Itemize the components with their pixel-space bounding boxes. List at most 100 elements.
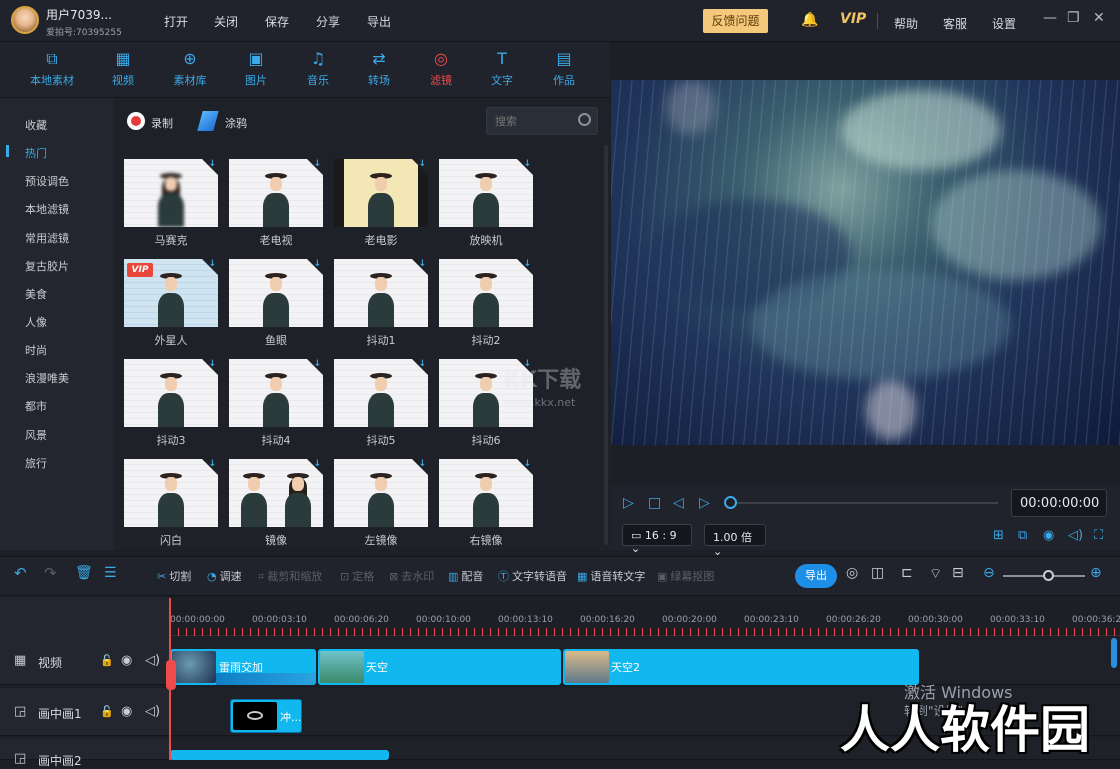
filter-tile[interactable]: ↓: [229, 259, 323, 327]
lock-icon[interactable]: 🔓: [100, 654, 114, 667]
tab-music[interactable]: ♫ 音乐: [288, 42, 348, 98]
split-icon[interactable]: ◫: [871, 565, 887, 581]
timeline-scrollbar[interactable]: [1111, 638, 1117, 668]
menu-open[interactable]: 打开: [164, 13, 188, 30]
download-icon[interactable]: ↓: [313, 359, 321, 369]
feedback-button[interactable]: 反馈问题: [703, 9, 768, 33]
adjust-icon[interactable]: ☰: [104, 565, 120, 581]
aspect-select[interactable]: ▭ 16 : 9 ⌄: [622, 524, 692, 555]
download-icon[interactable]: ↓: [418, 159, 426, 169]
tab-video[interactable]: ▦ 视频: [93, 42, 153, 98]
download-icon[interactable]: ↓: [418, 259, 426, 269]
menu-close[interactable]: 关闭: [214, 13, 238, 30]
filter-tile[interactable]: ↓: [334, 159, 428, 227]
video-clip[interactable]: 天空2: [563, 649, 919, 685]
menu-share[interactable]: 分享: [316, 13, 340, 30]
crop-frame-icon[interactable]: ⊏: [901, 565, 916, 581]
category-item[interactable]: 复古胶片: [25, 258, 69, 274]
zoom-in-icon[interactable]: ⊕: [1090, 565, 1105, 581]
seek-track[interactable]: [730, 502, 998, 504]
timecode-display[interactable]: 00:00:00:00: [1011, 489, 1107, 517]
tab-filter[interactable]: ◎ 滤镜: [411, 42, 471, 98]
remove-watermark-button[interactable]: ⊠ 去水印: [389, 568, 434, 584]
filter-tile[interactable]: ↓: [229, 159, 323, 227]
download-icon[interactable]: ↓: [418, 459, 426, 469]
category-item[interactable]: 预设调色: [25, 173, 69, 189]
matting-button[interactable]: ▣ 绿幕抠图: [657, 568, 714, 584]
fullscreen-icon[interactable]: ⛶: [1094, 528, 1103, 543]
download-icon[interactable]: ↓: [313, 159, 321, 169]
bell-icon[interactable]: 🔔: [801, 12, 818, 28]
speed-button[interactable]: ◔ 调速: [207, 568, 242, 584]
tab-works[interactable]: ▤ 作品: [534, 42, 594, 98]
tts-button[interactable]: Ⓣ 文字转语音: [498, 568, 567, 584]
category-item[interactable]: 旅行: [25, 455, 47, 471]
tab-image[interactable]: ▣ 图片: [226, 42, 286, 98]
eye-icon[interactable]: ◉: [121, 653, 132, 668]
export-button[interactable]: 导出: [795, 564, 837, 588]
filter-tile[interactable]: ↓: [229, 459, 323, 527]
filter-tile[interactable]: ↓: [229, 359, 323, 427]
playhead-grip[interactable]: [166, 660, 176, 690]
download-icon[interactable]: ↓: [523, 259, 531, 269]
download-icon[interactable]: ↓: [208, 259, 216, 269]
category-item[interactable]: 美食: [25, 286, 47, 302]
pip-clip[interactable]: 冲...: [230, 699, 302, 733]
video-preview[interactable]: [611, 80, 1120, 445]
snapshot-icon[interactable]: ◉: [1043, 528, 1054, 543]
panel-scrollbar[interactable]: [604, 145, 608, 545]
settings-button[interactable]: 设置: [992, 15, 1016, 32]
delete-icon[interactable]: 🗑: [75, 565, 96, 581]
volume-icon[interactable]: ◁): [145, 653, 160, 668]
menu-export[interactable]: 导出: [367, 13, 391, 30]
category-item[interactable]: 都市: [25, 398, 47, 414]
filter-tile[interactable]: ↓: [334, 459, 428, 527]
playhead[interactable]: [169, 598, 171, 760]
dub-button[interactable]: ▥ 配音: [448, 568, 483, 584]
category-item[interactable]: 收藏: [25, 117, 47, 133]
category-item[interactable]: 时尚: [25, 342, 47, 358]
close-icon[interactable]: ✕: [1093, 10, 1105, 26]
brush-button[interactable]: 涂鸦: [225, 115, 247, 131]
restore-icon[interactable]: ❐: [1067, 10, 1080, 26]
filter-tile[interactable]: ↓ VIP: [124, 259, 218, 327]
menu-save[interactable]: 保存: [265, 13, 289, 30]
search-icon[interactable]: [578, 113, 591, 126]
filter-tile[interactable]: ↓: [439, 159, 533, 227]
category-item[interactable]: 风景: [25, 427, 47, 443]
tab-library[interactable]: ⊕ 素材库: [160, 42, 220, 98]
filter-tile[interactable]: ↓: [124, 459, 218, 527]
filter-tile[interactable]: ↓: [439, 459, 533, 527]
video-clip[interactable]: 天空: [318, 649, 561, 685]
undo-icon[interactable]: ↶: [14, 564, 30, 582]
download-icon[interactable]: ↓: [523, 459, 531, 469]
download-icon[interactable]: ↓: [208, 459, 216, 469]
eye-icon[interactable]: ◉: [121, 704, 132, 719]
video-clip[interactable]: 雷雨交加: [170, 649, 316, 685]
category-item[interactable]: 浪漫唯美: [25, 370, 69, 386]
avatar[interactable]: [11, 6, 39, 34]
download-icon[interactable]: ↓: [313, 259, 321, 269]
freeze-button[interactable]: ⊡ 定格: [340, 568, 374, 584]
stt-button[interactable]: ▦ 语音转文字: [577, 568, 645, 584]
filter-tile[interactable]: ↓: [124, 359, 218, 427]
category-item[interactable]: 常用滤镜: [25, 230, 69, 246]
help-button[interactable]: 帮助: [894, 15, 918, 32]
tab-text[interactable]: T 文字: [472, 42, 532, 98]
stop-icon[interactable]: □: [648, 495, 661, 511]
zoom-handle[interactable]: [1043, 570, 1054, 581]
vip-button[interactable]: VIP: [840, 11, 866, 27]
support-button[interactable]: 客服: [943, 15, 967, 32]
volume-icon[interactable]: ◁): [1068, 528, 1083, 543]
redo-icon[interactable]: ↷: [44, 564, 60, 582]
pip2-clip[interactable]: [170, 750, 389, 760]
filter-tile[interactable]: ↓: [439, 259, 533, 327]
username[interactable]: 用户7039...: [46, 6, 112, 23]
pip-icon[interactable]: ⧉: [1018, 528, 1027, 543]
minimize-icon[interactable]: —: [1043, 10, 1057, 26]
play-icon[interactable]: ▷: [623, 495, 634, 511]
fit-icon[interactable]: ⊟: [952, 565, 967, 581]
seek-handle[interactable]: [724, 496, 737, 509]
filter-tile[interactable]: ↓: [124, 159, 218, 227]
category-item[interactable]: 本地滤镜: [25, 201, 69, 217]
